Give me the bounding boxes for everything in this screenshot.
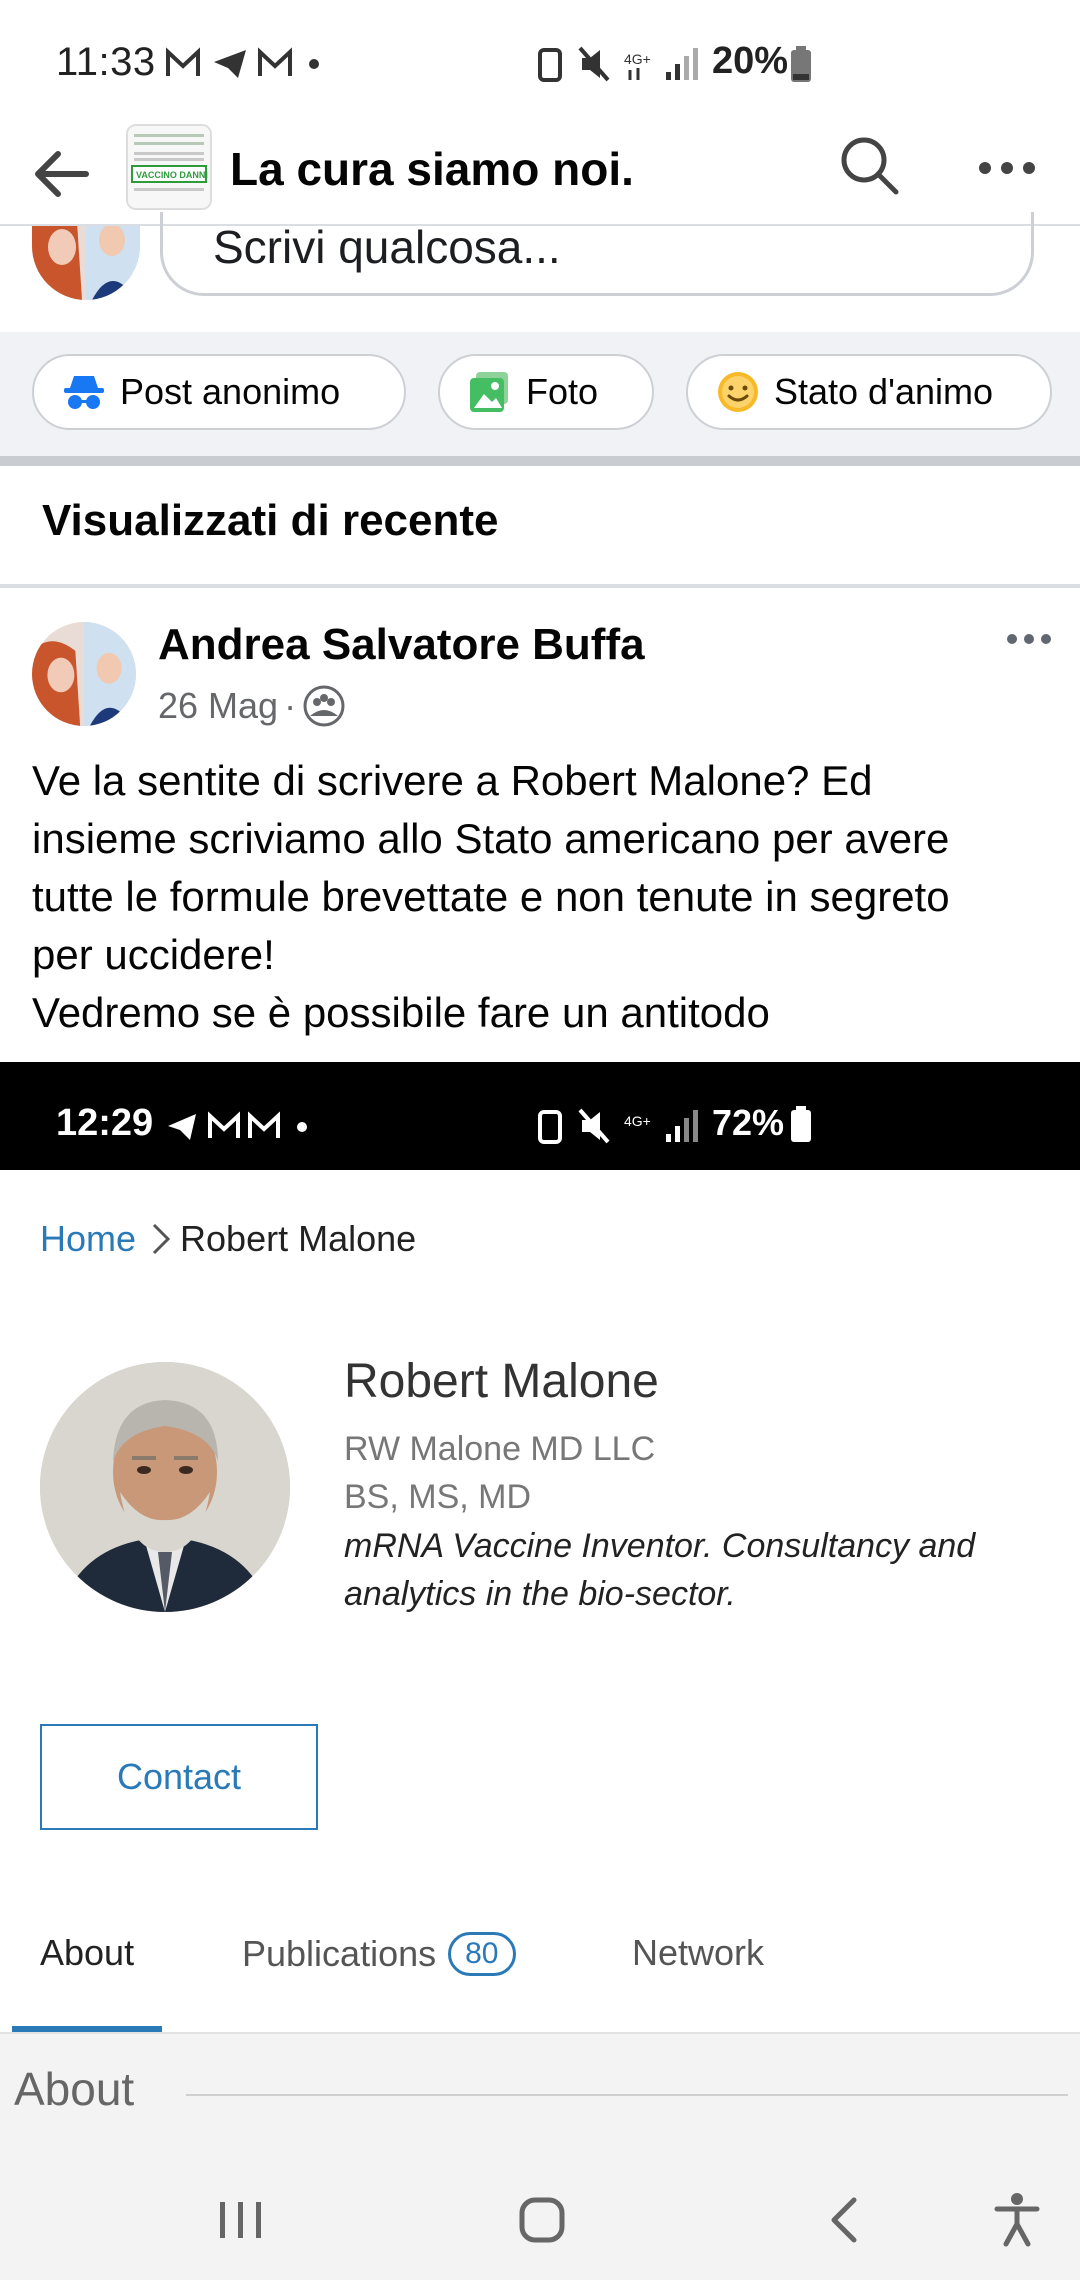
profile-bio-line: analytics in the bio-sector. xyxy=(344,1575,736,1613)
embedded-status-bar[interactable]: 12:29 4G+ 72% xyxy=(0,1062,1080,1170)
group-audience-icon xyxy=(303,685,345,727)
accessibility-icon[interactable] xyxy=(994,2192,1040,2248)
post-date[interactable]: 26 Mag xyxy=(158,685,278,727)
battery-icon xyxy=(791,46,811,82)
profile-bio-line: mRNA Vaccine Inventor. Consultancy and xyxy=(344,1527,976,1565)
photo-button[interactable]: Foto xyxy=(438,354,654,430)
feeling-label: Stato d'animo xyxy=(774,371,994,412)
photo-label: Foto xyxy=(526,371,599,412)
dot-icon xyxy=(297,1122,307,1132)
embedded-battery-icon xyxy=(791,1106,811,1142)
status-bar: 11:33 4G+ 20% xyxy=(0,0,1080,120)
profile-degrees: BS, MS, MD xyxy=(344,1478,532,1516)
profile-bio: mRNA Vaccine Inventor. Consultancy and a… xyxy=(344,1522,1044,1618)
profile-photo xyxy=(40,1362,290,1612)
post-text-line: per uccidere! xyxy=(32,931,275,978)
photo-icon xyxy=(468,370,512,414)
dot-icon xyxy=(309,59,319,69)
breadcrumb: Home Robert Malone xyxy=(40,1218,416,1260)
publications-count-badge: 80 xyxy=(448,1932,516,1976)
tab-network-label: Network xyxy=(632,1932,765,1973)
tab-publications-label: Publications xyxy=(242,1933,437,1974)
user-avatar[interactable] xyxy=(32,226,140,300)
post-text-line: insieme scriviamo allo Stato americano p… xyxy=(32,815,950,862)
status-time: 11:33 xyxy=(56,40,156,84)
group-header: VACCINO DANNI La cura siamo noi. xyxy=(0,120,1080,226)
battery-percent: 20% xyxy=(712,40,789,82)
smiley-icon xyxy=(716,370,760,414)
feeling-button[interactable]: Stato d'animo xyxy=(686,354,1052,430)
telegram-icon xyxy=(168,1114,196,1140)
tab-network[interactable]: Network xyxy=(632,1932,764,1974)
svg-text:VACCINO DANNI: VACCINO DANNI xyxy=(136,170,208,180)
incognito-icon xyxy=(62,370,106,414)
chevron-right-icon xyxy=(152,1223,171,1255)
mute-icon xyxy=(578,46,610,82)
battery-saver-icon xyxy=(538,48,562,82)
breadcrumb-current: Robert Malone xyxy=(180,1218,417,1259)
home-icon[interactable] xyxy=(518,2196,566,2244)
profile-company: RW Malone MD LLC xyxy=(344,1430,656,1468)
tab-publications[interactable]: Publications 80 xyxy=(242,1932,516,1976)
meta-separator: · xyxy=(284,685,297,726)
more-options-icon[interactable] xyxy=(975,148,1039,188)
post-more-icon[interactable] xyxy=(1006,632,1052,646)
author-avatar[interactable] xyxy=(32,622,136,726)
recent-section-title: Visualizzati di recente xyxy=(42,496,499,545)
post-author-name[interactable]: Andrea Salvatore Buffa xyxy=(158,620,645,670)
gmail-icon xyxy=(208,1111,240,1138)
section-divider xyxy=(0,456,1080,466)
anonymous-post-label: Post anonimo xyxy=(120,371,341,412)
group-thumbnail[interactable]: VACCINO DANNI xyxy=(126,124,212,210)
embedded-notification-icons xyxy=(168,1111,307,1140)
post-text-line: Ve la sentite di scrivere a Robert Malon… xyxy=(32,757,873,804)
svg-text:4G+: 4G+ xyxy=(624,1113,651,1129)
group-title[interactable]: La cura siamo noi. xyxy=(230,142,634,196)
contact-button[interactable]: Contact xyxy=(40,1724,318,1830)
anonymous-post-button[interactable]: Post anonimo xyxy=(32,354,406,430)
tab-about[interactable]: About xyxy=(40,1932,134,1974)
network-type: 4G+ xyxy=(624,51,651,67)
signal-icon xyxy=(666,48,698,80)
telegram-icon xyxy=(214,50,246,78)
system-nav-bar xyxy=(0,2154,1080,2280)
embedded-system-icons: 4G+ xyxy=(538,1108,698,1144)
embedded-battery-percent: 72% xyxy=(712,1102,785,1143)
gmail-icon xyxy=(166,47,200,76)
post-body: Ve la sentite di scrivere a Robert Malon… xyxy=(32,752,1052,1042)
about-heading: About xyxy=(14,2063,135,2115)
composer-actions: Post anonimo Foto Stato d'animo xyxy=(0,332,1080,456)
composer-input[interactable]: Scrivi qualcosa... xyxy=(160,212,1034,296)
embedded-status-time: 12:29 xyxy=(56,1102,154,1144)
post-text-line: Vedremo se è possibile fare un antitodo xyxy=(32,989,770,1036)
tab-about-label: About xyxy=(40,1932,135,1973)
about-divider xyxy=(186,2094,1068,2096)
search-icon[interactable] xyxy=(838,134,902,198)
gmail-icon xyxy=(258,47,292,76)
gmail-icon xyxy=(248,1111,280,1138)
post-meta: 26 Mag · xyxy=(158,684,346,728)
section-divider xyxy=(0,584,1080,588)
notification-icons xyxy=(166,47,319,78)
breadcrumb-home[interactable]: Home xyxy=(40,1218,136,1260)
back-arrow-icon[interactable] xyxy=(30,142,94,206)
profile-name: Robert Malone xyxy=(344,1355,659,1408)
post-text-line: tutte le formule brevettate e non tenute… xyxy=(32,873,950,920)
back-icon[interactable] xyxy=(826,2196,862,2244)
system-icons: 4G+ xyxy=(538,46,698,82)
recent-apps-icon[interactable] xyxy=(218,2200,264,2240)
